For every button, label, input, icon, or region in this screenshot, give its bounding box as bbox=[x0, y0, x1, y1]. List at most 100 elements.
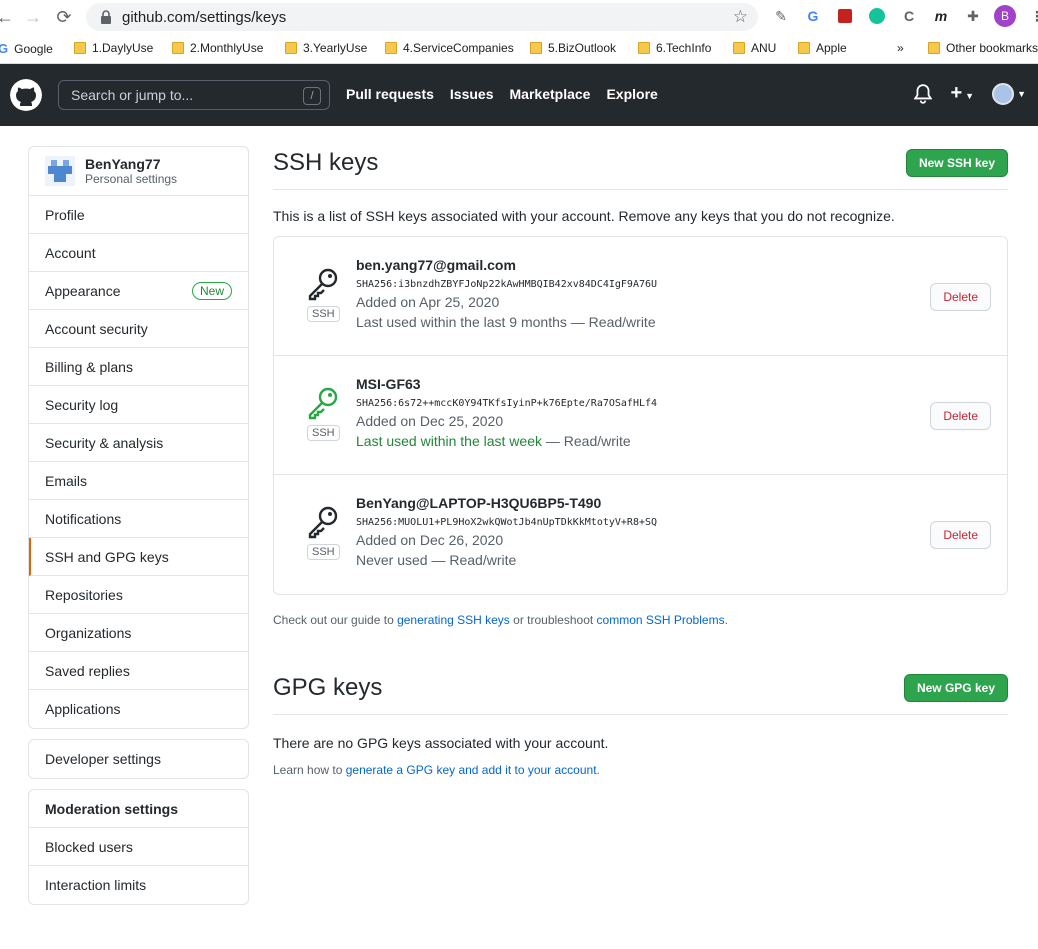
nav-issues[interactable]: Issues bbox=[450, 86, 494, 102]
sidebar-item-security-log[interactable]: Security log bbox=[29, 386, 248, 424]
list-item: SSH ben.yang77@gmail.com SHA256:i3bnzdhZ… bbox=[274, 237, 1007, 356]
folder-icon bbox=[530, 42, 542, 54]
folder-icon bbox=[638, 42, 650, 54]
avatar bbox=[45, 156, 75, 186]
bookmark-folder[interactable]: 3.YearlyUse bbox=[285, 41, 367, 55]
bookmarks-overflow[interactable]: » bbox=[897, 41, 904, 55]
generate-gpg-key-link[interactable]: generate a GPG key and add it to your ac… bbox=[346, 763, 597, 777]
folder-icon bbox=[798, 42, 810, 54]
key-added-date: Added on Apr 25, 2020 bbox=[356, 294, 500, 310]
folder-icon bbox=[172, 42, 184, 54]
gpg-section: GPG keys New GPG key There are no GPG ke… bbox=[273, 671, 1008, 777]
generating-ssh-keys-link[interactable]: generating SSH keys bbox=[397, 613, 510, 627]
github-logo-icon[interactable] bbox=[10, 79, 42, 111]
sidebar-item-blocked-users[interactable]: Blocked users bbox=[29, 828, 248, 866]
new-ssh-key-button[interactable]: New SSH key bbox=[905, 148, 1008, 177]
key-title: ben.yang77@gmail.com bbox=[356, 257, 516, 273]
puzzle-icon[interactable]: ✚ bbox=[962, 5, 984, 27]
delete-key-button[interactable]: Delete bbox=[930, 283, 991, 311]
key-icon bbox=[308, 506, 338, 539]
key-fingerprint: SHA256:i3bnzdhZBYFJoNp22kAwHMBQIB42xv84D… bbox=[356, 279, 658, 290]
bookmark-folder[interactable]: ANU bbox=[733, 41, 776, 55]
key-fingerprint: SHA256:MUOLU1+PL9HoX2wkQWotJb4nUpTDkKkMt… bbox=[356, 517, 658, 528]
sidebar-item-account-security[interactable]: Account security bbox=[29, 310, 248, 348]
bookmark-folder[interactable]: 1.DaylyUse bbox=[74, 41, 153, 55]
nav-explore[interactable]: Explore bbox=[606, 86, 657, 102]
address-bar[interactable]: github.com/settings/keys ☆ bbox=[86, 3, 758, 31]
nav-marketplace[interactable]: Marketplace bbox=[510, 86, 591, 102]
delete-key-button[interactable]: Delete bbox=[930, 402, 991, 430]
sidebar-item-security-analysis[interactable]: Security & analysis bbox=[29, 424, 248, 462]
key-last-used: Last used within the last 9 months — Rea… bbox=[356, 314, 656, 330]
ssh-description: This is a list of SSH keys associated wi… bbox=[273, 208, 895, 224]
profile-username: BenYang77 bbox=[85, 156, 161, 172]
back-icon[interactable]: ← bbox=[0, 4, 18, 30]
sidebar-item-appearance[interactable]: Appearance New bbox=[29, 272, 248, 310]
folder-icon bbox=[74, 42, 86, 54]
search-input[interactable]: Search or jump to... / bbox=[58, 80, 330, 110]
key-icon bbox=[308, 387, 338, 420]
sidebar-item-developer-settings[interactable]: Developer settings bbox=[29, 740, 248, 778]
list-item: SSH MSI-GF63 SHA256:6s72++mccK0Y94TKfsIy… bbox=[274, 356, 1007, 475]
bell-icon[interactable] bbox=[914, 83, 933, 104]
moderation-menu: Moderation settings Blocked users Intera… bbox=[28, 789, 249, 905]
sidebar-item-saved-replies[interactable]: Saved replies bbox=[29, 652, 248, 690]
bookmark-folder[interactable]: 2.MonthlyUse bbox=[172, 41, 263, 55]
key-last-used: Never used — Read/write bbox=[356, 552, 517, 568]
sidebar-item-profile[interactable]: Profile bbox=[29, 196, 248, 234]
new-gpg-key-button[interactable]: New GPG key bbox=[903, 673, 1008, 702]
sidebar-item-emails[interactable]: Emails bbox=[29, 462, 248, 500]
more-icon[interactable]: ⋮ bbox=[1026, 5, 1038, 27]
bookmark-folder[interactable]: 4.ServiceCompanies bbox=[385, 41, 514, 55]
ssh-tag: SSH bbox=[307, 306, 340, 322]
ssh-help-text: Check out our guide to generating SSH ke… bbox=[273, 613, 728, 627]
sidebar-item-repositories[interactable]: Repositories bbox=[29, 576, 248, 614]
sidebar-item-account[interactable]: Account bbox=[29, 234, 248, 272]
sidebar-item-applications[interactable]: Applications bbox=[29, 690, 248, 728]
translate-icon[interactable]: G bbox=[802, 5, 824, 27]
sidebar-item-notifications[interactable]: Notifications bbox=[29, 500, 248, 538]
key-last-used: Last used within the last week — Read/wr… bbox=[356, 433, 631, 449]
caret-down-icon: ▼ bbox=[965, 91, 975, 101]
ssh-key-list: SSH ben.yang77@gmail.com SHA256:i3bnzdhZ… bbox=[273, 236, 1008, 595]
create-new-menu[interactable]: + ▼ bbox=[950, 82, 974, 105]
reload-icon[interactable]: ⟳ bbox=[51, 4, 77, 30]
extension-icon-6[interactable]: m bbox=[930, 5, 952, 27]
star-icon[interactable]: ☆ bbox=[733, 7, 748, 27]
key-added-date: Added on Dec 26, 2020 bbox=[356, 532, 504, 548]
settings-sidebar: BenYang77 Personal settings Profile Acco… bbox=[28, 146, 249, 915]
bookmark-folder[interactable]: Apple bbox=[798, 41, 847, 55]
browser-profile-avatar[interactable]: B bbox=[994, 5, 1016, 27]
key-title: BenYang@LAPTOP-H3QU6BP5-T490 bbox=[356, 495, 602, 511]
sidebar-item-ssh-gpg-keys[interactable]: SSH and GPG keys bbox=[29, 538, 248, 576]
developer-menu: Developer settings bbox=[28, 739, 249, 779]
user-menu[interactable]: ▼ bbox=[992, 82, 1026, 105]
browser-toolbar: ← → ⟳ github.com/settings/keys ☆ ✎ G C m… bbox=[0, 0, 1038, 34]
extension-icon-5[interactable]: C bbox=[898, 5, 920, 27]
bookmark-folder[interactable]: 5.BizOutlook bbox=[530, 41, 616, 55]
ssh-title: SSH keys bbox=[273, 148, 379, 176]
forward-icon[interactable]: → bbox=[20, 4, 46, 30]
moderation-heading: Moderation settings bbox=[29, 790, 248, 828]
delete-key-button[interactable]: Delete bbox=[930, 521, 991, 549]
key-title: MSI-GF63 bbox=[356, 376, 421, 392]
key-fingerprint: SHA256:6s72++mccK0Y94TKfsIyinP+k76Epte/R… bbox=[356, 398, 658, 409]
google-icon: G bbox=[0, 41, 9, 56]
other-bookmarks[interactable]: Other bookmarks bbox=[928, 41, 1038, 55]
nav-pull-requests[interactable]: Pull requests bbox=[346, 86, 434, 102]
bookmarks-bar: G Google 1.DaylyUse 2.MonthlyUse 3.Yearly… bbox=[0, 34, 1038, 64]
sidebar-item-billing[interactable]: Billing & plans bbox=[29, 348, 248, 386]
folder-icon bbox=[733, 42, 745, 54]
common-ssh-problems-link[interactable]: common SSH Problems bbox=[597, 613, 725, 627]
extension-icon-3[interactable] bbox=[834, 5, 856, 27]
new-badge: New bbox=[191, 282, 232, 300]
ssh-section-header: SSH keys New SSH key bbox=[273, 146, 1008, 190]
grammarly-icon[interactable] bbox=[866, 5, 888, 27]
sidebar-item-organizations[interactable]: Organizations bbox=[29, 614, 248, 652]
sidebar-item-interaction-limits[interactable]: Interaction limits bbox=[29, 866, 248, 904]
extension-icon-1[interactable]: ✎ bbox=[770, 5, 792, 27]
bookmark-google[interactable]: G Google bbox=[0, 41, 53, 56]
bookmark-folder[interactable]: 6.TechInfo bbox=[638, 41, 711, 55]
ssh-tag: SSH bbox=[307, 425, 340, 441]
main-content: SSH keys New SSH key This is a list of S… bbox=[273, 146, 1008, 777]
